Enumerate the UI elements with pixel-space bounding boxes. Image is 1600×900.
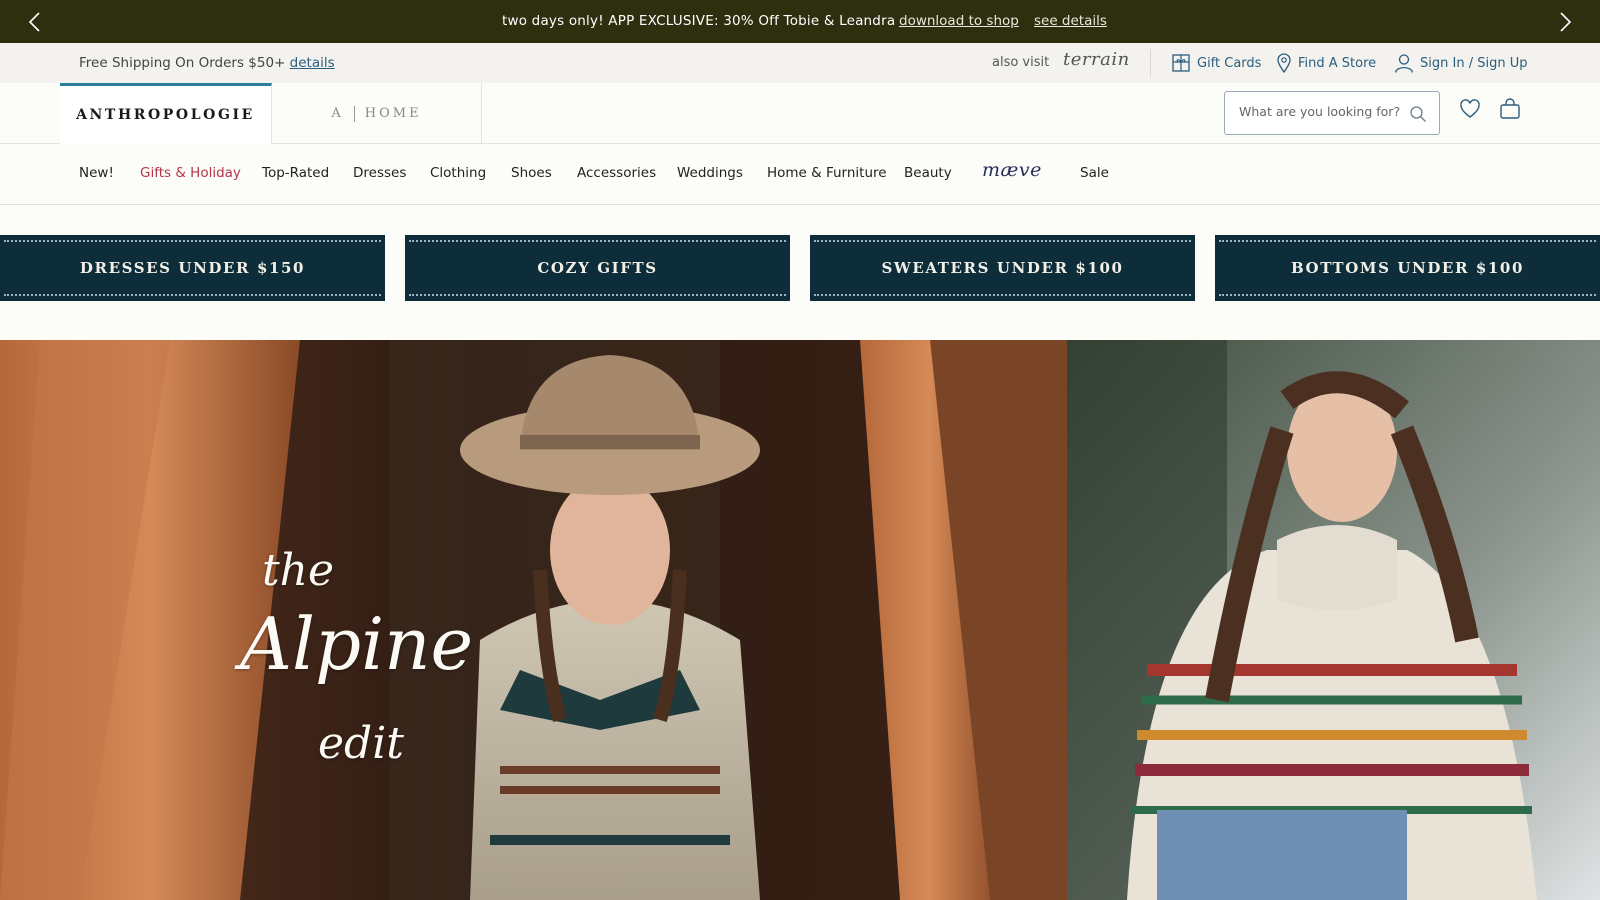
anthropologie-home-tab[interactable]: A HOME bbox=[272, 83, 482, 144]
hero-script-edit: edit bbox=[318, 718, 404, 769]
anthropologie-tab[interactable]: ANTHROPOLOGIE bbox=[60, 83, 272, 144]
gift-cards-label: Gift Cards bbox=[1197, 55, 1262, 71]
nav-item-dresses[interactable]: Dresses bbox=[353, 165, 406, 181]
location-pin-icon bbox=[1277, 53, 1291, 73]
nav-item-weddings[interactable]: Weddings bbox=[677, 165, 743, 181]
search-input[interactable] bbox=[1239, 104, 1404, 119]
find-store-label: Find A Store bbox=[1298, 55, 1377, 71]
nav-item-accessories[interactable]: Accessories bbox=[577, 165, 656, 181]
hero-image-alpine[interactable] bbox=[0, 340, 1067, 900]
chevron-right-icon[interactable] bbox=[1552, 10, 1576, 34]
promo-message: two days only! APP EXCLUSIVE: 30% Off To… bbox=[502, 13, 896, 29]
nav-item-home-furniture[interactable]: Home & Furniture bbox=[767, 165, 887, 181]
utility-bar: Free Shipping On Orders $50+ details als… bbox=[0, 43, 1600, 83]
promo-bar: two days only! APP EXCLUSIVE: 30% Off To… bbox=[0, 0, 1600, 43]
banner-dresses-under-150[interactable]: DRESSES UNDER $150 bbox=[0, 235, 385, 301]
nav-item-gifts-holiday[interactable]: Gifts & Holiday bbox=[140, 165, 241, 181]
banner-label: DRESSES UNDER $150 bbox=[79, 259, 306, 277]
brand-bar: ANTHROPOLOGIE A HOME bbox=[0, 83, 1600, 144]
sign-in-link[interactable]: Sign In / Sign Up bbox=[1394, 53, 1527, 73]
banner-label: SWEATERS UNDER $100 bbox=[881, 259, 1124, 277]
chevron-left-icon[interactable] bbox=[24, 10, 48, 34]
shipping-notice: Free Shipping On Orders $50+ details bbox=[79, 55, 335, 71]
divider bbox=[1150, 49, 1151, 77]
nav-item-clothing[interactable]: Clothing bbox=[430, 165, 486, 181]
nav-item-top-rated[interactable]: Top-Rated bbox=[262, 165, 329, 181]
nav-item-maeve[interactable]: mæve bbox=[982, 159, 1042, 181]
hero-script-the: the bbox=[262, 545, 335, 596]
also-visit-label: also visit bbox=[992, 55, 1050, 70]
home-logo-a: A bbox=[331, 106, 344, 121]
shipping-text: Free Shipping On Orders $50+ bbox=[79, 55, 286, 71]
nav-item-sale[interactable]: Sale bbox=[1080, 165, 1109, 181]
home-logo-label: HOME bbox=[364, 106, 422, 121]
hero-image-sweater[interactable] bbox=[1067, 340, 1600, 900]
download-to-shop-link[interactable]: download to shop bbox=[899, 13, 1019, 29]
home-logo-divider bbox=[353, 105, 355, 122]
search-box[interactable] bbox=[1224, 91, 1440, 135]
bag-icon[interactable] bbox=[1498, 97, 1522, 121]
main-nav: New! Gifts & Holiday Top-Rated Dresses C… bbox=[0, 144, 1600, 205]
anthropologie-logo: ANTHROPOLOGIE bbox=[76, 107, 255, 123]
category-banners: DRESSES UNDER $150 COZY GIFTS SWEATERS U… bbox=[0, 235, 1600, 301]
see-details-link[interactable]: see details bbox=[1034, 13, 1107, 29]
banner-cozy-gifts[interactable]: COZY GIFTS bbox=[405, 235, 790, 301]
banner-label: COZY GIFTS bbox=[537, 259, 658, 277]
banner-bottoms-under-100[interactable]: BOTTOMS UNDER $100 bbox=[1215, 235, 1600, 301]
banner-label: BOTTOMS UNDER $100 bbox=[1290, 259, 1524, 277]
terrain-link[interactable]: terrain bbox=[1063, 49, 1130, 70]
nav-item-new[interactable]: New! bbox=[79, 165, 114, 181]
gift-cards-link[interactable]: Gift Cards bbox=[1171, 53, 1261, 73]
shipping-details-link[interactable]: details bbox=[290, 55, 335, 71]
find-store-link[interactable]: Find A Store bbox=[1276, 53, 1376, 73]
search-icon[interactable] bbox=[1409, 105, 1427, 123]
nav-item-beauty[interactable]: Beauty bbox=[904, 165, 952, 181]
nav-item-shoes[interactable]: Shoes bbox=[511, 165, 552, 181]
user-icon bbox=[1394, 54, 1414, 73]
gift-card-icon bbox=[1172, 54, 1190, 72]
sign-in-label: Sign In / Sign Up bbox=[1420, 55, 1528, 71]
banner-sweaters-under-100[interactable]: SWEATERS UNDER $100 bbox=[810, 235, 1195, 301]
heart-icon[interactable] bbox=[1458, 97, 1482, 121]
hero-section: the Alpine edit bbox=[0, 340, 1600, 900]
hero-script-alpine: Alpine bbox=[240, 602, 474, 686]
